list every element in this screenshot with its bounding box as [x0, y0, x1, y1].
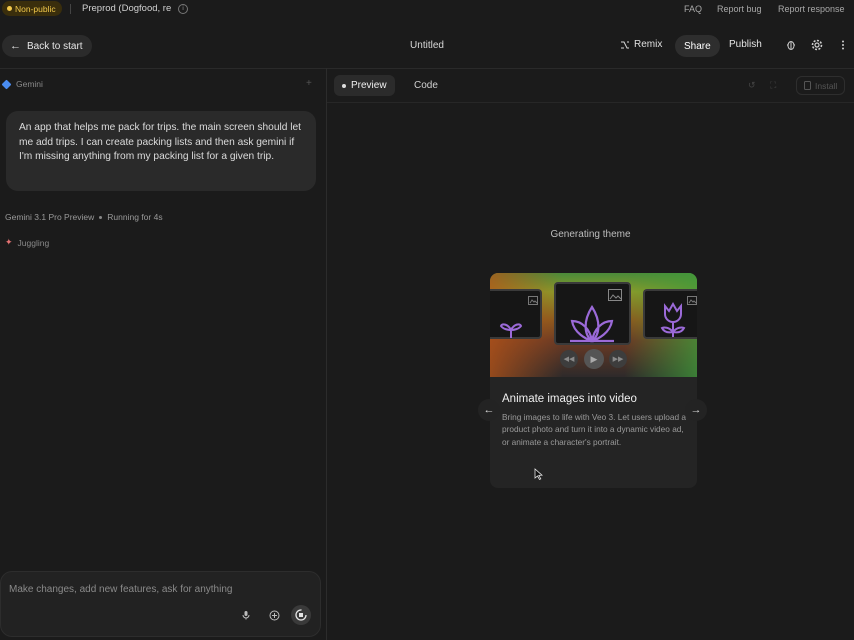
- refresh-icon[interactable]: ↺: [748, 80, 756, 91]
- arrow-left-icon: ←: [10, 40, 21, 52]
- image-icon: [528, 296, 538, 305]
- user-message-bubble: An app that helps me pack for trips. the…: [6, 111, 316, 191]
- image-frame-right: [643, 289, 697, 339]
- activity-row: ✦ Juggling: [5, 237, 49, 248]
- tab-preview-label: Preview: [351, 80, 387, 91]
- arrow-left-icon: ←: [483, 404, 495, 416]
- card-illustration: ◀◀ ▶ ▶▶: [490, 273, 697, 377]
- carousel-prev-button[interactable]: ←: [478, 399, 500, 421]
- fullscreen-icon[interactable]: ⛶: [770, 80, 776, 91]
- app-root: Non-public Preprod (Dogfood, re i FAQ Re…: [0, 0, 854, 640]
- stop-generation-button[interactable]: [291, 605, 311, 625]
- model-header: Gemini: [1, 79, 43, 89]
- divider: [70, 4, 71, 14]
- plus-icon[interactable]: +: [306, 78, 312, 89]
- project-title: Untitled: [410, 40, 444, 51]
- carousel-next-button[interactable]: →: [685, 399, 707, 421]
- generating-status: Generating theme: [550, 229, 631, 240]
- bug-icon[interactable]: [785, 39, 797, 51]
- image-icon: [608, 289, 622, 301]
- fast-forward-icon: ▶▶: [609, 350, 627, 368]
- microphone-button[interactable]: [236, 605, 256, 625]
- model-header-label: Gemini: [16, 79, 43, 89]
- gear-icon[interactable]: [811, 39, 823, 51]
- model-name: Gemini 3.1 Pro Preview: [5, 212, 95, 222]
- composer-input[interactable]: Make changes, add new features, ask for …: [9, 584, 232, 595]
- bullet-separator: [99, 215, 103, 219]
- visibility-badge-label: Non-public: [15, 3, 56, 14]
- install-button[interactable]: Install: [796, 76, 846, 95]
- card-title: Animate images into video: [502, 393, 637, 405]
- share-button[interactable]: Share: [675, 35, 720, 57]
- info-icon[interactable]: i: [178, 4, 188, 14]
- app-header: ← Back to start Untitled Remix Share Pub…: [0, 30, 854, 62]
- image-frame-left: [490, 289, 542, 339]
- tab-code[interactable]: Code: [414, 80, 438, 91]
- chat-composer[interactable]: Make changes, add new features, ask for …: [0, 571, 321, 637]
- remix-icon: [621, 41, 629, 48]
- arrow-right-icon: →: [690, 404, 702, 416]
- environment-label: Preprod (Dogfood, re: [82, 3, 172, 14]
- activity-label: Juggling: [17, 237, 50, 248]
- faq-link[interactable]: FAQ: [684, 4, 702, 14]
- stop-icon: [295, 609, 307, 621]
- run-status: Running for 4s: [107, 212, 163, 222]
- install-label: Install: [815, 80, 838, 91]
- sprout-icon: [499, 323, 523, 338]
- top-strip: Non-public Preprod (Dogfood, re i FAQ Re…: [0, 0, 854, 18]
- card-description: Bring images to life with Veo 3. Let use…: [502, 412, 687, 447]
- image-frame-center: [554, 282, 631, 345]
- image-icon: [687, 296, 697, 305]
- add-circle-icon: [269, 610, 279, 620]
- run-status-row: Gemini 3.1 Pro Preview Running for 4s: [5, 212, 163, 222]
- play-icon: ▶: [584, 349, 604, 369]
- report-bug-link[interactable]: Report bug: [717, 4, 762, 14]
- back-to-start-button[interactable]: ← Back to start: [2, 35, 92, 57]
- active-dot-icon: [342, 83, 346, 88]
- tulip-icon: [660, 302, 686, 337]
- sparkle-icon: ✦: [5, 237, 13, 247]
- phone-icon: [804, 81, 811, 90]
- preview-panel: Preview Code ↺ ⛶ Install Generating them…: [327, 68, 854, 640]
- preview-tabbar: Preview Code ↺ ⛶ Install: [327, 69, 854, 103]
- report-response-link[interactable]: Report response: [778, 4, 845, 14]
- tab-preview[interactable]: Preview: [334, 75, 395, 96]
- microphone-icon: [242, 611, 250, 620]
- gemini-icon: [1, 79, 12, 89]
- add-attachment-button[interactable]: [264, 605, 284, 625]
- remix-button[interactable]: Remix: [620, 39, 662, 50]
- mouse-cursor-icon: [534, 468, 543, 480]
- chat-panel: Gemini + An app that helps me pack for t…: [0, 68, 326, 640]
- lotus-icon: [570, 304, 614, 343]
- user-message-text: An app that helps me pack for trips. the…: [19, 122, 302, 162]
- status-dot-icon: [7, 6, 12, 11]
- feature-card: ◀◀ ▶ ▶▶ Animate images into video Bring …: [490, 273, 697, 488]
- remix-label: Remix: [634, 39, 663, 50]
- more-vert-icon[interactable]: [837, 39, 849, 51]
- visibility-badge: Non-public: [2, 1, 62, 16]
- back-to-start-label: Back to start: [27, 40, 83, 52]
- publish-button[interactable]: Publish: [729, 39, 762, 50]
- rewind-icon: ◀◀: [560, 350, 578, 368]
